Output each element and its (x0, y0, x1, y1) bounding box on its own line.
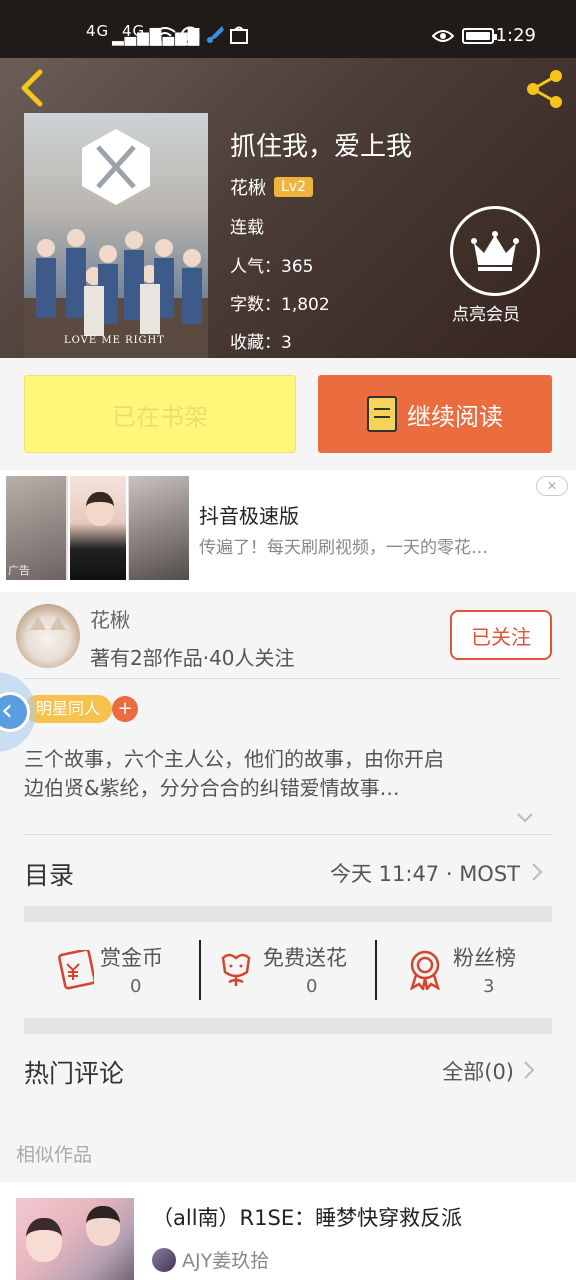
send-flowers-label: 免费送花 (263, 946, 347, 970)
fan-ranking-count: 3 (483, 976, 495, 997)
signal-4g-1: 4G (86, 22, 110, 40)
crown-icon (471, 231, 519, 271)
similar-work-author: AJY姜玖拾 (152, 1246, 269, 1273)
similar-author-name: AJY姜玖拾 (182, 1250, 270, 1272)
author-stats: 著有2部作品·40人关注 (90, 646, 295, 670)
author-avatar[interactable] (16, 604, 80, 668)
back-arrow-icon[interactable] (14, 66, 54, 110)
eye-icon (432, 30, 454, 42)
wifi-icon (154, 27, 176, 42)
fan-ranking-button[interactable]: 粉丝榜 3 (377, 924, 553, 1018)
hot-comments-label: 热门评论 (24, 1059, 125, 1088)
app-notification-icon (206, 26, 224, 43)
similar-work-item[interactable]: （all南）R1SE：睡梦快穿救反派 AJY姜玖拾 (0, 1182, 576, 1280)
continue-reading-button[interactable]: 继续阅读 (318, 375, 552, 453)
book-cover[interactable]: LOVE ME RIGHT (24, 113, 208, 358)
description-line-2: 边伯贤&紫纶，分分合合的纠错爱情故事… (24, 776, 400, 800)
book-author-name[interactable]: 花楸 (230, 174, 266, 200)
author-level-badge: Lv2 (274, 177, 313, 197)
ad-title: 抖音极速版 (199, 504, 299, 528)
book-icon (367, 396, 397, 432)
battery-icon (462, 28, 497, 44)
similar-work-cover (16, 1198, 134, 1280)
section-separator (24, 1018, 552, 1034)
ad-close-icon[interactable]: ✕ (536, 476, 568, 496)
chevron-right-icon (524, 1061, 535, 1079)
author-name[interactable]: 花楸 (90, 604, 130, 633)
divider (24, 678, 560, 679)
share-icon[interactable] (524, 68, 566, 110)
chevron-right-icon (532, 863, 543, 881)
similar-works-header: 相似作品 (16, 1144, 93, 1166)
red-envelope-icon (58, 950, 94, 990)
send-flowers-button[interactable]: 免费送花 0 (201, 924, 377, 1018)
reward-coins-count: 0 (130, 976, 142, 997)
ad-description: 传遍了！每天刷刷视频，一天的零花… (199, 538, 488, 558)
book-header: LOVE ME RIGHT 抓住我，爱上我 花楸 Lv2 连载 人气：365 字… (0, 58, 576, 358)
toc-row[interactable]: 目录 今天 11:47 · MOST (0, 836, 576, 906)
vip-button[interactable] (450, 206, 540, 296)
similar-work-title: （all南）R1SE：睡梦快穿救反派 (152, 1206, 463, 1230)
book-author-row: 花楸 Lv2 (230, 174, 313, 200)
book-word-count: 字数：1,802 (230, 295, 330, 315)
floating-assistant-button[interactable] (0, 672, 36, 752)
send-flowers-count: 0 (306, 976, 318, 997)
clock: 1:29 (495, 25, 536, 46)
all-comments-link[interactable]: 全部(0) (442, 1056, 514, 1086)
cover-logo-icon (82, 129, 150, 205)
continue-reading-label: 继续阅读 (407, 402, 503, 431)
hot-comments-row[interactable]: 热门评论 全部(0) (0, 1034, 576, 1108)
ad-banner[interactable]: 广告 抖音极速版 传遍了！每天刷刷视频，一天的零花… ✕ (0, 470, 576, 592)
divider (24, 834, 552, 835)
ad-image: 广告 (6, 476, 189, 580)
toc-latest-chapter: 今天 11:47 · MOST (329, 862, 520, 886)
vip-label: 点亮会员 (452, 305, 520, 325)
similar-author-avatar (152, 1247, 176, 1272)
ad-tag: 广告 (8, 564, 30, 577)
medal-icon (410, 950, 440, 990)
book-title: 抓住我，爱上我 (230, 132, 413, 162)
toc-label: 目录 (24, 861, 75, 890)
in-shelf-button[interactable]: 已在书架 (24, 375, 296, 453)
svg-text:K: K (186, 31, 194, 44)
interaction-actions: 赏金币 0 免费送花 0 粉丝榜 3 (24, 924, 552, 1018)
reward-coins-label: 赏金币 (100, 946, 163, 970)
fan-ranking-label: 粉丝榜 (453, 946, 516, 970)
cover-caption: LOVE ME RIGHT (64, 335, 165, 346)
book-status: 连载 (230, 218, 264, 238)
k-app-icon: K (180, 26, 200, 46)
section-separator (24, 906, 552, 922)
genre-tag[interactable]: 明星同人 (24, 695, 113, 723)
flower-icon (221, 953, 251, 986)
bag-icon (230, 26, 248, 44)
book-popularity: 人气：365 (230, 257, 314, 277)
book-description[interactable]: 三个故事，六个主人公，他们的故事，由你开启 边伯贤&紫纶，分分合合的纠错爱情故事… (24, 745, 554, 803)
status-bar: 4G ▂▄▆█ 4G ▂▄▆█ K 1:29 (0, 0, 576, 58)
chevron-down-icon[interactable] (516, 808, 534, 826)
description-line-1: 三个故事，六个主人公，他们的故事，由你开启 (24, 747, 444, 771)
follow-button[interactable]: 已关注 (450, 610, 552, 660)
book-favorites: 收藏：3 (230, 333, 292, 353)
add-tag-button[interactable]: + (112, 696, 138, 722)
signal-4g-2: 4G (122, 22, 146, 40)
reward-coins-button[interactable]: 赏金币 0 (24, 924, 200, 1018)
